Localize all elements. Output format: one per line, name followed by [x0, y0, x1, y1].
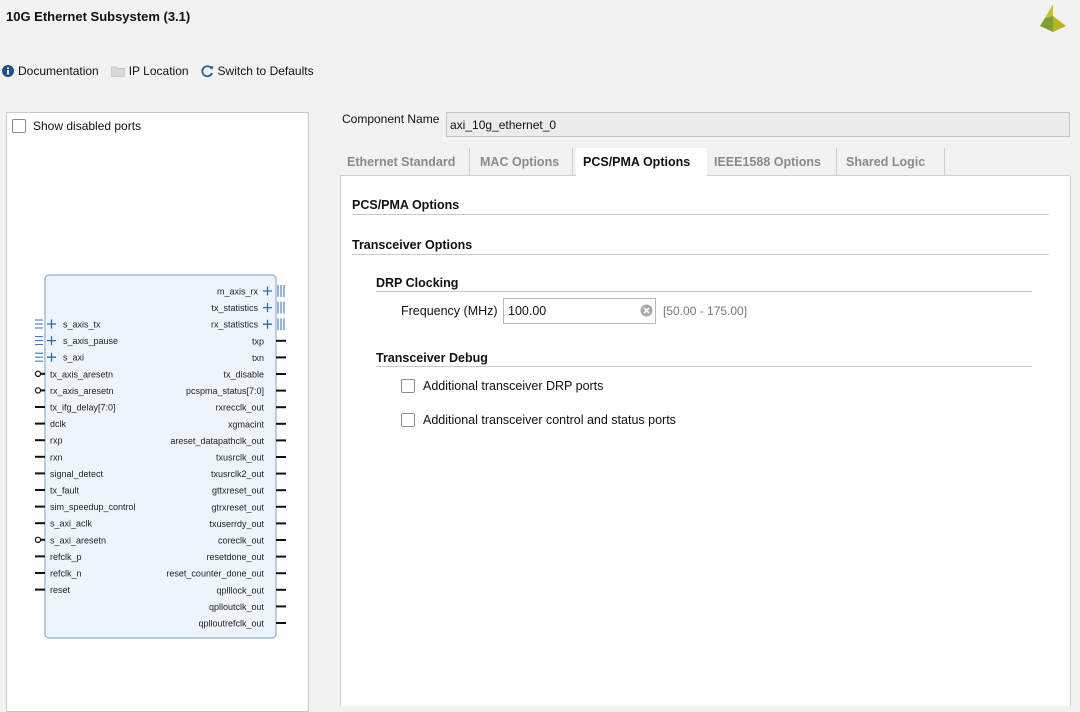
port-label: qplllock_out: [216, 585, 264, 595]
option-drp-ports[interactable]: Additional transceiver DRP ports: [401, 379, 603, 393]
port-label: txusrclk_out: [216, 453, 265, 463]
port-label: tx_statistics: [211, 303, 258, 313]
port-label: rxn: [50, 452, 63, 462]
inversion-bubble: [34, 536, 42, 543]
port-label: txuserrdy_out: [209, 519, 264, 529]
divider: [352, 214, 1049, 215]
tab-bar: Ethernet Standard MAC Options PCS/PMA Op…: [340, 148, 1070, 176]
ip-location-label: IP Location: [128, 64, 189, 78]
port-label: sim_speedup_control: [50, 502, 136, 512]
group-heading-drp-clocking: DRP Clocking: [376, 276, 459, 290]
symbol-panel: Show disabled ports s_axis_tx s_axis_paus…: [6, 112, 309, 712]
clear-icon[interactable]: [640, 304, 653, 317]
port-label: refclk_n: [50, 569, 82, 579]
info-icon: [2, 65, 14, 77]
folder-icon: [110, 66, 125, 77]
group-heading-transceiver-debug: Transceiver Debug: [376, 351, 488, 365]
option-control-status-ports[interactable]: Additional transceiver control and statu…: [401, 413, 676, 427]
port-label: txn: [252, 353, 264, 363]
port-label: qplloutrefclk_out: [198, 619, 264, 629]
port-label: coreclk_out: [218, 536, 265, 546]
port-label: tx_disable: [223, 370, 264, 380]
port-label: reset: [50, 585, 71, 595]
port-label: refclk_p: [50, 552, 82, 562]
port-label: qplloutclk_out: [209, 602, 265, 612]
port-label: rxrecclk_out: [215, 403, 264, 413]
port-label: s_axi_aclk: [50, 519, 93, 529]
ip-location-button[interactable]: IP Location: [110, 64, 189, 78]
frequency-input[interactable]: 100.00: [503, 298, 656, 324]
tab-ethernet-standard[interactable]: Ethernet Standard: [340, 148, 470, 176]
inversion-bubble: [34, 370, 42, 377]
tab-ieee1588-options[interactable]: IEEE1588 Options: [707, 148, 837, 176]
tab-content: [340, 176, 1071, 706]
section-heading-pcs-pma: PCS/PMA Options: [352, 198, 460, 212]
port-label: signal_detect: [50, 469, 104, 479]
port-label: rx_axis_aresetn: [50, 386, 114, 396]
documentation-label: Documentation: [18, 64, 99, 78]
port-label: xgmacint: [228, 419, 265, 429]
port-label: reset_counter_done_out: [166, 569, 264, 579]
port-label: rx_statistics: [211, 320, 259, 330]
frequency-label: Frequency (MHz): [401, 304, 498, 318]
ip-block-diagram: s_axis_tx s_axis_pause s_axi tx_axis_areset…: [34, 274, 286, 639]
section-heading-transceiver-options: Transceiver Options: [352, 238, 473, 252]
window-title: 10G Ethernet Subsystem (3.1): [6, 9, 191, 24]
port-label: txp: [252, 336, 264, 346]
port-label: gttxreset_out: [212, 486, 265, 496]
component-name-input[interactable]: axi_10g_ethernet_0: [446, 112, 1070, 137]
tab-pcs-pma-options[interactable]: PCS/PMA Options: [576, 148, 707, 176]
port-label: tx_ifg_delay[7:0]: [50, 403, 116, 413]
port-label: s_axi: [63, 353, 84, 363]
port-label: tx_fault: [50, 486, 80, 496]
drp-ports-checkbox[interactable]: [401, 379, 415, 393]
port-label: s_axis_pause: [63, 336, 118, 346]
control-status-label: Additional transceiver control and statu…: [423, 413, 676, 427]
switch-defaults-button[interactable]: Switch to Defaults: [200, 64, 314, 78]
port-label: rxp: [50, 436, 63, 446]
port-label: txusrclk2_out: [211, 469, 265, 479]
tab-shared-logic[interactable]: Shared Logic: [839, 148, 945, 176]
switch-defaults-label: Switch to Defaults: [217, 64, 314, 78]
component-name-label: Component Name: [342, 112, 440, 126]
divider: [376, 366, 1032, 367]
port-label: s_axis_tx: [63, 320, 101, 330]
drp-ports-label: Additional transceiver DRP ports: [423, 379, 604, 393]
port-label: tx_axis_aresetn: [50, 369, 113, 379]
xilinx-logo-icon: [1040, 4, 1066, 32]
port-label: pcspma_status[7:0]: [186, 386, 264, 396]
port-label: resetdone_out: [206, 552, 264, 562]
port-label: s_axi_aresetn: [50, 535, 106, 545]
inversion-bubble: [34, 387, 42, 394]
component-name-row: Component Name: [342, 112, 439, 126]
refresh-icon: [200, 64, 214, 77]
tab-mac-options[interactable]: MAC Options: [473, 148, 573, 176]
divider: [352, 254, 1049, 255]
port-label: areset_datapathclk_out: [170, 436, 264, 446]
documentation-button[interactable]: Documentation: [2, 64, 99, 78]
frequency-range: [50.00 - 175.00]: [663, 304, 748, 318]
port-label: gtrxreset_out: [211, 502, 264, 512]
toolbar: Documentation IP Location Switch to Defa…: [2, 62, 326, 80]
divider: [376, 291, 1032, 292]
control-status-checkbox[interactable]: [401, 413, 415, 427]
port-label: dclk: [50, 419, 67, 429]
port-label: m_axis_rx: [217, 287, 259, 297]
